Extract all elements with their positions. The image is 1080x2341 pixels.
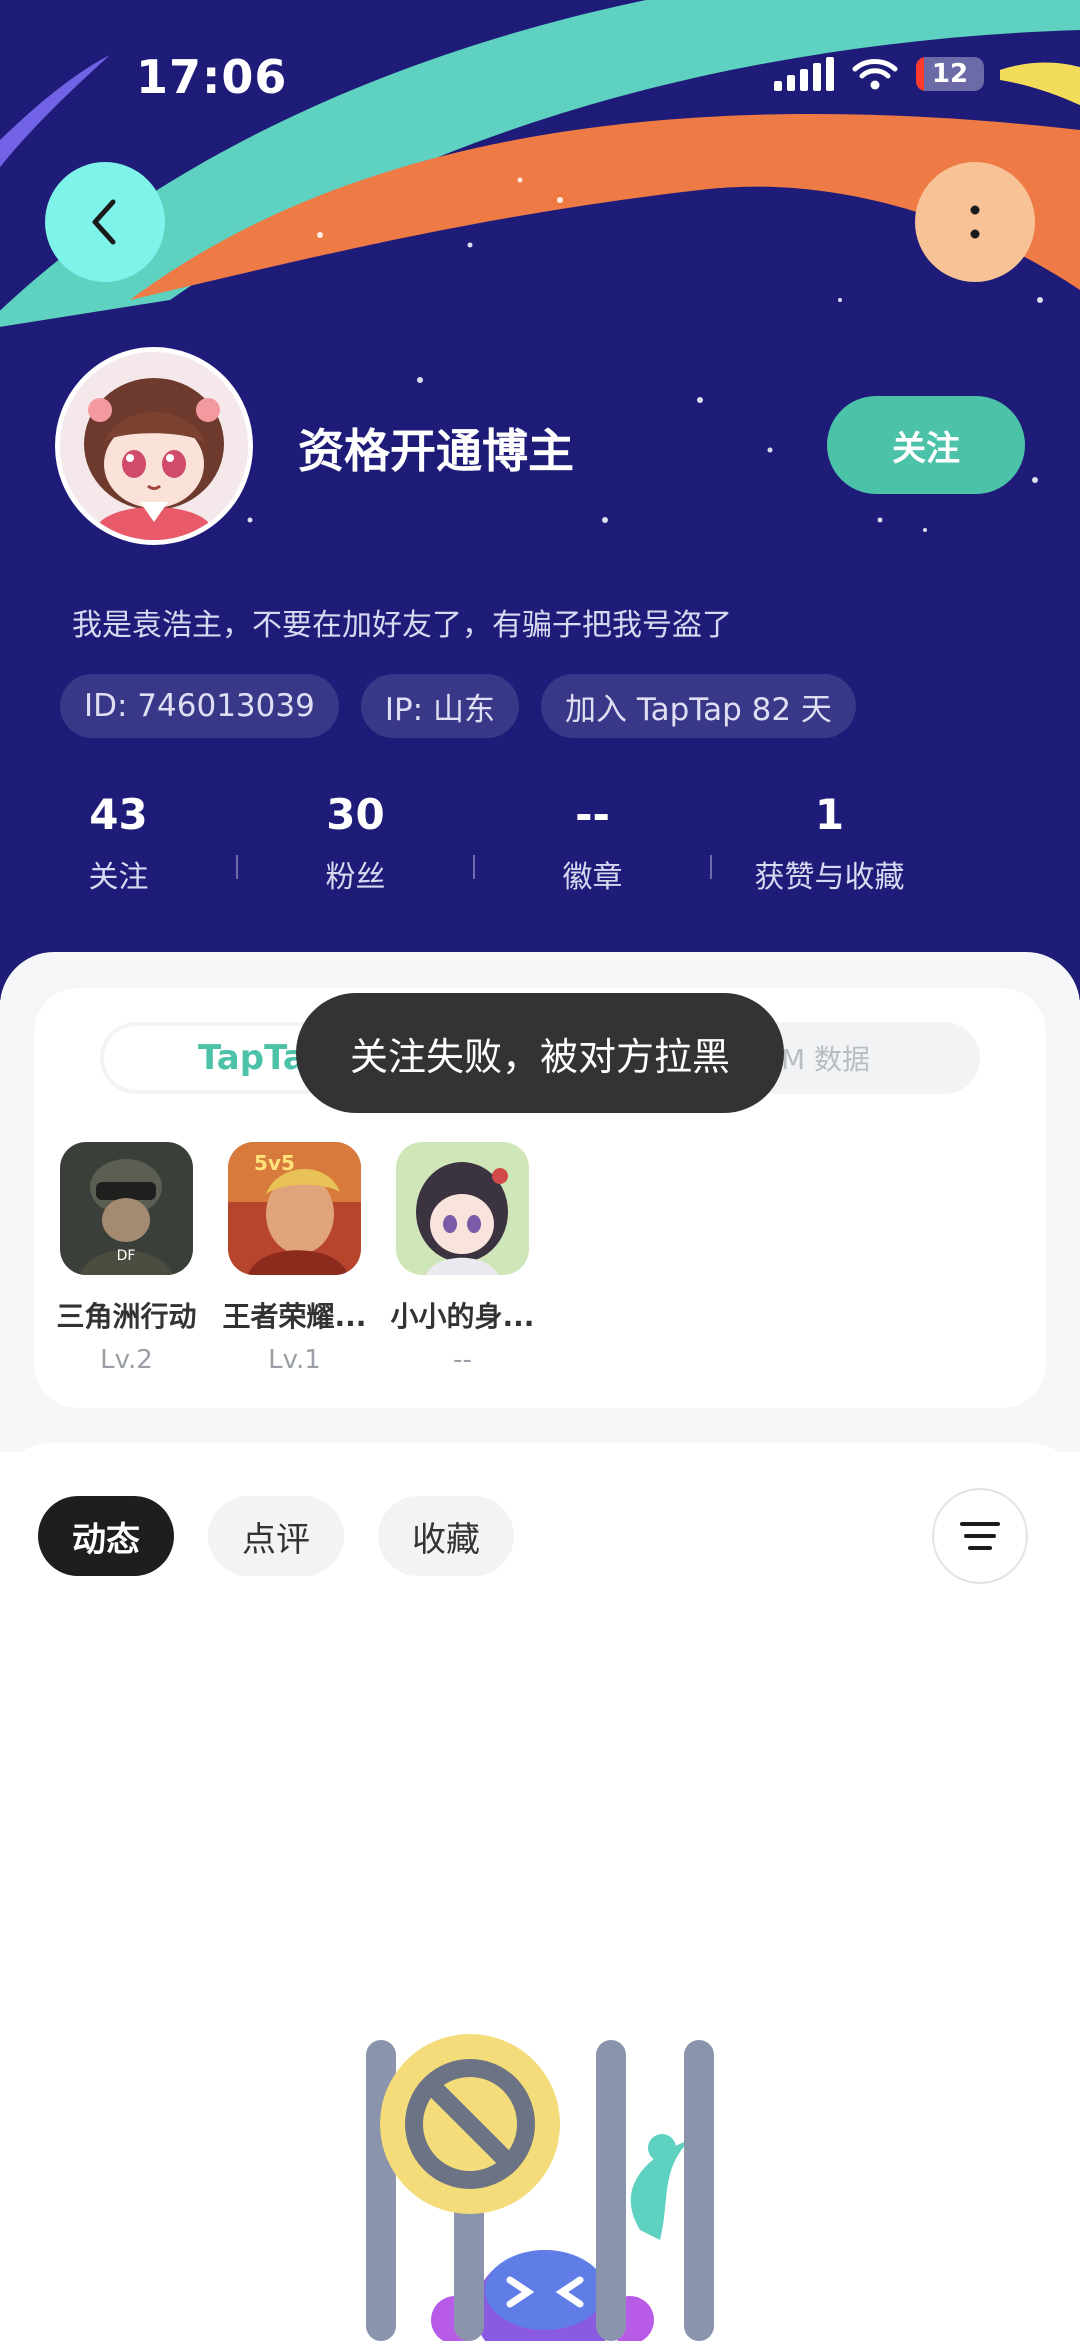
game-level: -- (453, 1345, 472, 1375)
status-time: 17:06 (136, 50, 288, 104)
content-tabs: 动态 点评 收藏 (38, 1496, 514, 1576)
join-days-chip: 加入 TapTap 82 天 (540, 674, 856, 738)
game-name: 小小的身... (390, 1300, 535, 1333)
stat-label: 徽章 (562, 860, 623, 895)
more-options-button[interactable] (915, 162, 1035, 282)
tab-favorites[interactable]: 收藏 (378, 1496, 514, 1576)
stat-value: -- (575, 790, 610, 839)
profile-stats: 43 关注 30 粉丝 -- 徽章 1 获赞与收藏 (0, 790, 950, 900)
svg-text:5v5: 5v5 (254, 1151, 295, 1175)
stat-value: 30 (326, 790, 385, 839)
stat-value: 1 (814, 790, 845, 839)
stat-following[interactable]: 43 关注 (0, 790, 237, 896)
game-icon-little-one (396, 1142, 529, 1275)
chevron-left-icon (92, 199, 116, 245)
stat-label: 获赞与收藏 (754, 860, 905, 895)
game-level: Lv.1 (268, 1345, 321, 1375)
game-item[interactable]: 小小的身... -- (391, 1142, 534, 1375)
ip-chip: IP: 山东 (360, 674, 519, 738)
toast-message: 关注失败，被对方拉黑 (296, 993, 784, 1113)
game-item[interactable]: 5v5 王者荣耀... Lv.1 (223, 1142, 366, 1375)
battery-indicator: 12 (916, 57, 984, 91)
profile-info-chips: ID: 746013039 IP: 山东 加入 TapTap 82 天 (60, 674, 856, 738)
id-chip[interactable]: ID: 746013039 (60, 674, 339, 738)
game-level: Lv.2 (100, 1345, 153, 1375)
game-icon-honor-of-kings: 5v5 (228, 1142, 361, 1275)
avatar[interactable] (55, 347, 253, 545)
game-name: 三角洲行动 (56, 1300, 197, 1333)
avatar-image (60, 352, 248, 540)
status-bar: 17:06 12 (0, 0, 1080, 160)
status-icons: 12 (774, 56, 984, 92)
segment-other-data[interactable]: M 数据 (781, 1022, 870, 1094)
game-list: DF 三角洲行动 Lv.2 5v5 王者荣耀... Lv.1 小小的身... -… (56, 1142, 534, 1375)
signal-icon (774, 57, 834, 91)
tab-posts[interactable]: 动态 (38, 1496, 174, 1576)
stat-value: 43 (89, 790, 148, 839)
filter-icon (960, 1522, 1000, 1550)
tab-reviews[interactable]: 点评 (208, 1496, 344, 1576)
filter-button[interactable] (932, 1488, 1028, 1584)
stat-label: 关注 (88, 860, 149, 895)
game-icon-delta-force: DF (60, 1142, 193, 1275)
stat-likes[interactable]: 1 获赞与收藏 (711, 790, 948, 896)
username: 资格开通博主 (298, 424, 574, 478)
game-item[interactable]: DF 三角洲行动 Lv.2 (56, 1142, 197, 1375)
wifi-icon (852, 59, 898, 90)
stat-badges[interactable]: -- 徽章 (474, 790, 711, 896)
follow-button[interactable]: 关注 (827, 396, 1025, 494)
back-button[interactable] (45, 162, 165, 282)
more-vertical-icon (970, 205, 980, 239)
game-name: 王者荣耀... (222, 1300, 367, 1333)
stat-label: 粉丝 (325, 860, 386, 895)
svg-text:DF: DF (117, 1248, 136, 1264)
blocked-illustration (366, 2034, 714, 2341)
bio: 我是袁浩主，不要在加好友了，有骗子把我号盗了 (72, 608, 732, 643)
stat-followers[interactable]: 30 粉丝 (237, 790, 474, 896)
